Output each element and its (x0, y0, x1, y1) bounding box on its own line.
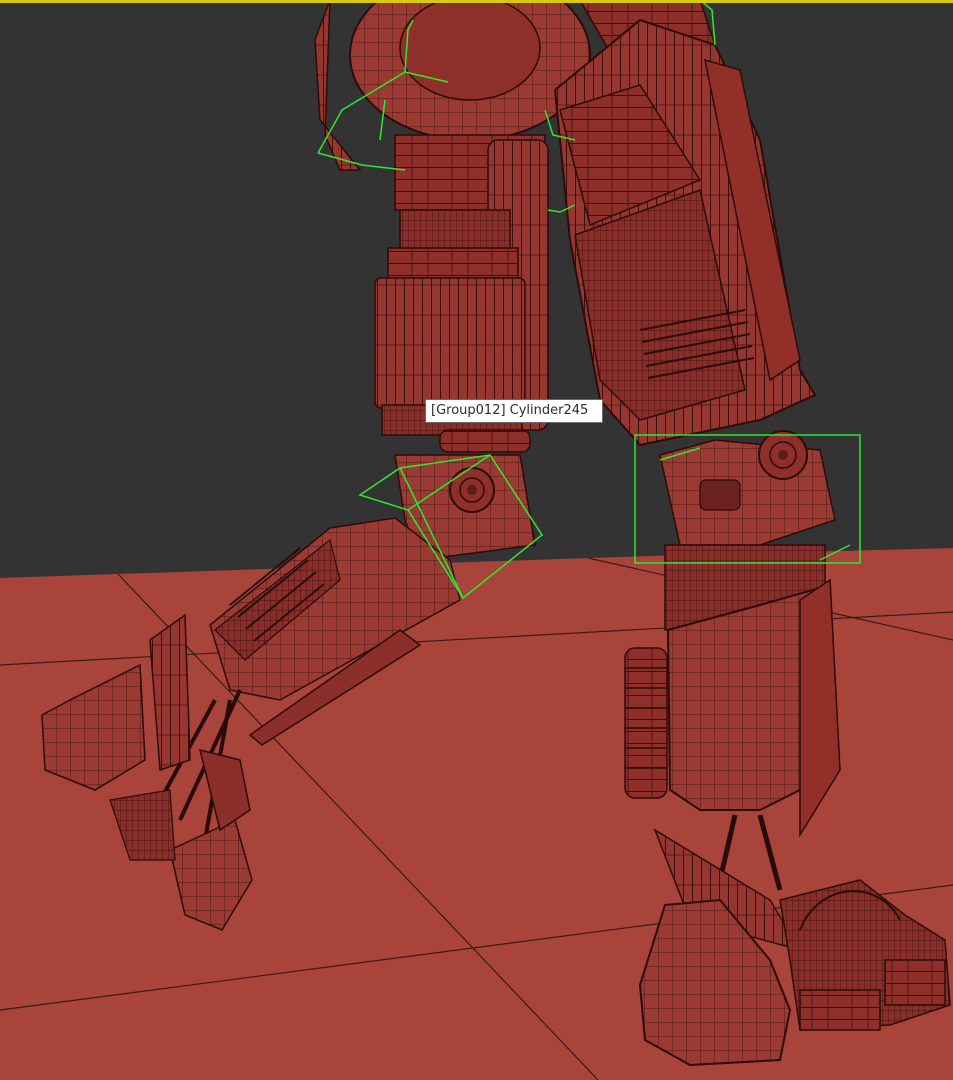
perspective-viewport[interactable]: [Group012] Cylinder245 (0, 0, 953, 1080)
tooltip-text: [Group012] Cylinder245 (431, 403, 589, 418)
object-name-tooltip: [Group012] Cylinder245 (425, 399, 603, 423)
active-viewport-border (0, 0, 953, 3)
viewport-scene[interactable] (0, 0, 953, 1080)
